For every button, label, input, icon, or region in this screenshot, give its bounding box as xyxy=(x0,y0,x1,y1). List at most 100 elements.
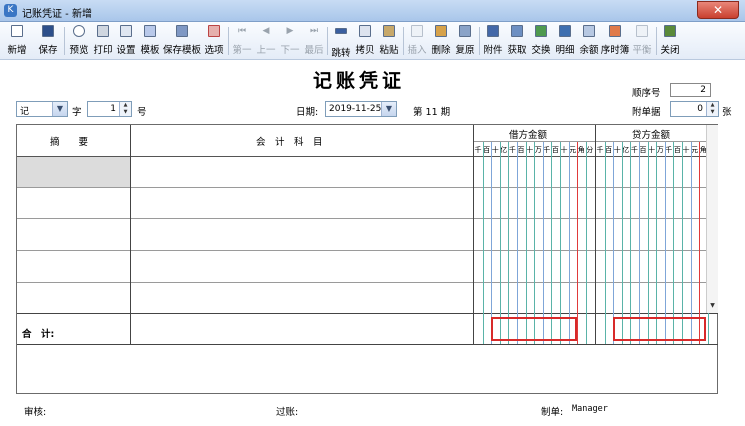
digit-place-label: 百 xyxy=(551,146,559,154)
chevron-down-icon[interactable]: ▼ xyxy=(381,102,396,116)
toolbar-separator xyxy=(656,27,657,55)
grid-scrollbar[interactable]: ▼ xyxy=(706,125,718,313)
col-debit-header: 借方金额 xyxy=(509,130,548,141)
digit-column-line xyxy=(483,142,484,344)
prev-icon: ◀ xyxy=(262,26,270,36)
col-summary-header: 摘 要 xyxy=(50,137,89,148)
swap-icon xyxy=(535,25,547,37)
settings-icon xyxy=(120,25,132,37)
seq-field[interactable]: 2 xyxy=(670,83,711,97)
col-divider xyxy=(473,125,474,344)
credit-total-box[interactable] xyxy=(613,317,706,341)
debit-total-box[interactable] xyxy=(491,317,577,341)
new-button[interactable]: 新增 xyxy=(4,24,30,58)
date-picker[interactable]: 2019-11-25 ▼ xyxy=(325,101,397,117)
scroll-down-icon[interactable]: ▼ xyxy=(707,301,718,311)
digit-place-label: 万 xyxy=(534,146,542,154)
journal-icon xyxy=(609,25,621,37)
summary-cell-selected[interactable] xyxy=(17,157,130,187)
row-divider xyxy=(17,250,706,251)
voucher-number-input[interactable]: 1 ▲ ▼ xyxy=(87,101,132,117)
prev-button[interactable]: ◀ 上一 xyxy=(254,24,278,58)
digit-column-line xyxy=(630,142,631,344)
digit-column-line xyxy=(543,142,544,344)
fetch-button[interactable]: 获取 xyxy=(505,24,529,58)
digit-column-line xyxy=(648,142,649,344)
close-icon xyxy=(664,25,676,37)
template-button[interactable]: 模板 xyxy=(138,24,162,58)
paste-button[interactable]: 粘贴 xyxy=(377,24,401,58)
digit-place-label: 十 xyxy=(682,146,690,154)
digit-column-line xyxy=(551,142,552,344)
maker-label: 制单: xyxy=(541,407,564,418)
detail-button[interactable]: 明细 xyxy=(553,24,577,58)
window-close-button[interactable]: ✕ xyxy=(697,1,739,19)
attach-count-input[interactable]: 0 ▲ ▼ xyxy=(670,101,719,117)
window-title: 记账凭证 - 新增 xyxy=(22,9,92,20)
chevron-down-icon[interactable]: ▼ xyxy=(52,102,67,116)
number-suffix: 号 xyxy=(137,107,147,118)
row-divider xyxy=(17,218,706,219)
copy-button[interactable]: 拷贝 xyxy=(353,24,377,58)
last-icon: ⏭ xyxy=(309,26,319,36)
digit-column-line xyxy=(691,142,692,344)
last-button[interactable]: ⏭ 最后 xyxy=(302,24,326,58)
insert-button[interactable]: 插入 xyxy=(405,24,429,58)
digit-column-line xyxy=(586,142,587,344)
digit-place-label: 十 xyxy=(491,146,499,154)
digit-column-line xyxy=(491,142,492,344)
preview-button[interactable]: 预览 xyxy=(67,24,91,58)
first-button[interactable]: ⏮ 第一 xyxy=(230,24,254,58)
print-button[interactable]: 打印 xyxy=(91,24,115,58)
spin-arrows-icon[interactable]: ▲ ▼ xyxy=(706,102,718,116)
close-button[interactable]: 关闭 xyxy=(658,24,682,58)
balance-icon xyxy=(583,25,595,37)
digit-column-line xyxy=(534,142,535,344)
date-label: 日期: xyxy=(296,107,319,118)
digit-place-label: 千 xyxy=(508,146,516,154)
attach-label: 附单据 xyxy=(632,107,661,118)
digit-column-line xyxy=(613,142,614,344)
jump-button[interactable]: 跳转 xyxy=(329,24,353,59)
attach-unit: 张 xyxy=(722,107,732,118)
spin-arrows-icon[interactable]: ▲ ▼ xyxy=(119,102,131,116)
digit-place-label: 元 xyxy=(569,146,577,154)
digit-place-label: 千 xyxy=(474,146,482,154)
digit-column-line xyxy=(656,142,657,344)
next-icon: ▶ xyxy=(286,26,294,36)
save-button[interactable]: 保存 xyxy=(35,24,61,58)
digit-place-label: 十 xyxy=(613,146,621,154)
balance-button[interactable]: 余额 xyxy=(577,24,601,58)
delete-button[interactable]: 删除 xyxy=(429,24,453,58)
total-label: 合 计: xyxy=(22,329,55,340)
toolbar-separator xyxy=(403,27,404,55)
digit-column-line xyxy=(517,142,518,344)
template-icon xyxy=(144,25,156,37)
save-template-icon xyxy=(176,25,188,37)
restore-button[interactable]: 复原 xyxy=(453,24,477,58)
digit-column-line xyxy=(569,142,570,344)
digit-place-label: 角 xyxy=(577,146,585,154)
save-template-button[interactable]: 保存模板 xyxy=(162,24,202,58)
digit-place-label: 千 xyxy=(630,146,638,154)
digit-column-line xyxy=(639,142,640,344)
next-button[interactable]: ▶ 下一 xyxy=(278,24,302,58)
voucher-type-select[interactable]: 记 ▼ xyxy=(16,101,68,117)
options-button[interactable]: 选项 xyxy=(202,24,226,58)
toolbar-separator xyxy=(64,27,65,55)
voucher-title: 记账凭证 xyxy=(313,70,406,92)
level-icon xyxy=(636,25,648,37)
digit-column-line xyxy=(605,142,606,344)
digit-place-label: 百 xyxy=(483,146,491,154)
preview-icon xyxy=(73,25,85,37)
journal-button[interactable]: 序时簿 xyxy=(600,24,630,58)
swap-button[interactable]: 交换 xyxy=(529,24,553,58)
attachment-button[interactable]: 附件 xyxy=(481,24,505,58)
restore-icon xyxy=(459,25,471,37)
digit-place-label: 千 xyxy=(665,146,673,154)
digit-column-line xyxy=(665,142,666,344)
toolbar: 新增 保存 预览 打印 设置 模板 保存模板 选项 ⏮ 第一 ◀ 上一 ▶ 下一 ⏭ 最… xyxy=(0,22,745,60)
digit-column-line xyxy=(682,142,683,344)
level-button[interactable]: 平衡 xyxy=(630,24,654,58)
settings-button[interactable]: 设置 xyxy=(114,24,138,58)
